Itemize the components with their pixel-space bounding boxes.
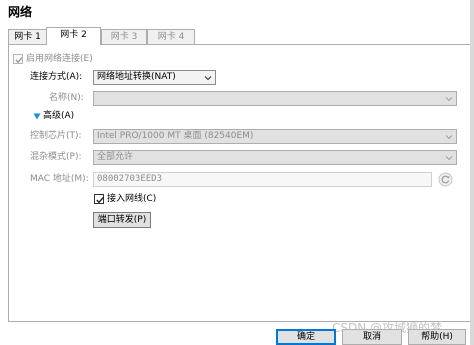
tab-adapter-3[interactable]: 网卡 3 xyxy=(101,29,147,44)
name-label: 名称(N): xyxy=(49,93,84,103)
chevron-down-icon xyxy=(445,97,453,102)
page-title: 网络 xyxy=(8,5,33,19)
attach-type-label: 连接方式(A): xyxy=(30,72,83,82)
port-forwarding-button[interactable]: 端口转发(P) xyxy=(93,212,151,228)
ok-button[interactable]: 确定 xyxy=(276,329,336,345)
cancel-button[interactable]: 取消 xyxy=(342,329,402,345)
cable-connected-checkbox[interactable] xyxy=(94,194,104,204)
refresh-icon xyxy=(438,172,453,187)
enable-adapter-label: 启用网络连接(E) xyxy=(26,54,93,64)
enable-adapter-checkbox[interactable] xyxy=(13,54,23,64)
refresh-mac-button[interactable] xyxy=(438,172,453,187)
promisc-mode-value: 全部允许 xyxy=(97,152,134,162)
help-button[interactable]: 帮助(H) xyxy=(408,329,466,345)
checkmark-icon xyxy=(15,57,23,64)
chip-type-label: 控制芯片(T): xyxy=(30,131,82,141)
network-settings-page: 网络 网卡 1 网卡 2 网卡 3 网卡 4 启用网络连接(E) 连接方式(A)… xyxy=(0,0,474,345)
tab-adapter-1[interactable]: 网卡 1 xyxy=(8,29,47,44)
mac-address-label: MAC 地址(M): xyxy=(30,174,89,184)
tab-adapter-2[interactable]: 网卡 2 xyxy=(46,27,101,45)
promisc-mode-label: 混杂模式(P): xyxy=(30,152,82,162)
chevron-down-icon xyxy=(445,156,453,161)
mac-address-input[interactable]: 08002703EED3 xyxy=(93,172,432,187)
advanced-toggle[interactable]: 高级(A) xyxy=(43,110,74,123)
chip-type-value: Intel PRO/1000 MT 桌面 (82540EM) xyxy=(97,131,254,141)
name-select[interactable] xyxy=(93,91,457,106)
checkmark-icon xyxy=(96,196,104,204)
chevron-down-icon xyxy=(445,135,453,140)
attach-type-value: 网络地址转换(NAT) xyxy=(97,72,176,82)
promisc-mode-select[interactable]: 全部允许 xyxy=(93,150,457,165)
chip-type-select[interactable]: Intel PRO/1000 MT 桌面 (82540EM) xyxy=(93,129,457,144)
attach-type-select[interactable]: 网络地址转换(NAT) xyxy=(93,70,216,85)
window-edge xyxy=(470,0,474,345)
chevron-down-icon xyxy=(204,76,212,81)
expand-triangle-icon[interactable] xyxy=(33,113,41,120)
cable-connected-label: 接入网线(C) xyxy=(107,194,157,204)
tab-adapter-4[interactable]: 网卡 4 xyxy=(147,29,195,44)
